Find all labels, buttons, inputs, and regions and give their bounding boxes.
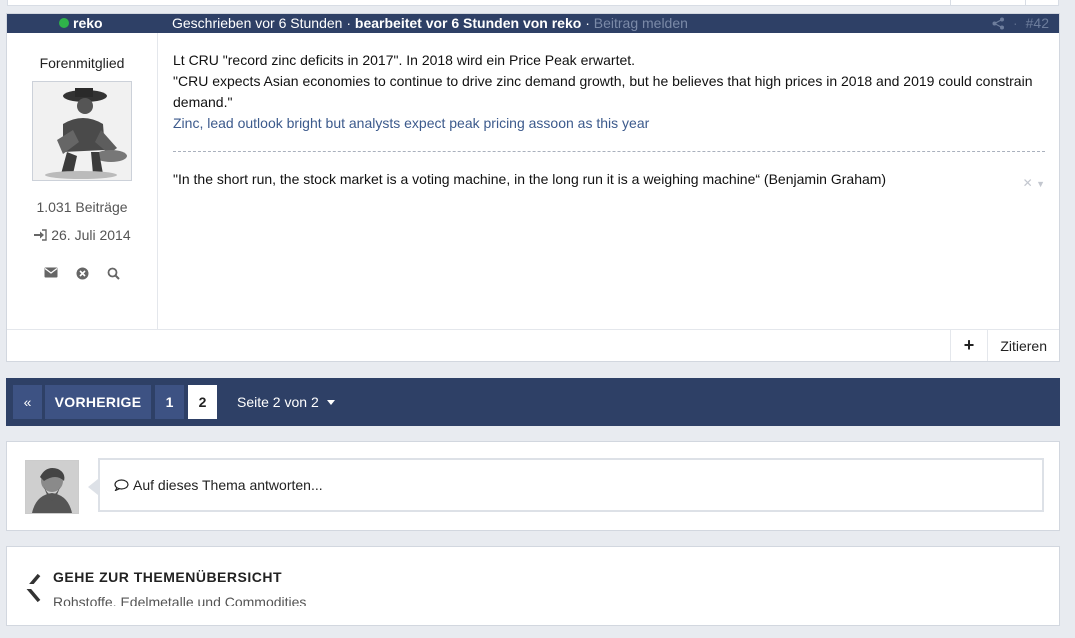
previous-post-edge [7,0,1059,6]
page-button-1[interactable]: 1 [155,385,184,419]
multiquote-button[interactable]: + [950,330,988,361]
post-edited: bearbeitet vor 6 Stunden von reko [354,15,582,31]
user-action-icons [7,267,157,280]
content-quote: "CRU expects Asian economies to continue… [173,73,1033,110]
post-number-link[interactable]: #42 [1026,15,1049,31]
user-signature: "In the short run, the stock market is a… [173,171,887,187]
article-link[interactable]: Zinc, lead outlook bright but analysts e… [173,115,649,131]
author-sidebar: Forenmitglied 1.031 Beiträge 26. Juli 20… [7,33,158,330]
page-select[interactable]: Seite 2 von 2 [237,394,335,410]
reply-pointer [88,479,98,495]
close-icon[interactable]: ✕ [1023,176,1033,190]
post-author[interactable]: reko [59,15,103,31]
forum-post: reko Geschrieben vor 6 Stunden · bearbei… [6,13,1060,362]
avatar-image [33,82,131,180]
login-icon [34,229,48,241]
post-content: Lt CRU "record zinc deficits in 2017". I… [173,50,1043,134]
comment-icon [114,479,129,491]
caret-down-icon [326,399,335,405]
caret-down-icon[interactable]: ▼ [1036,179,1045,189]
user-joined: 26. Juli 2014 [7,227,157,243]
block-icon[interactable] [76,267,89,280]
current-user-avatar [25,460,79,514]
post-footer: + Zitieren [7,329,1059,361]
post-meta: Geschrieben vor 6 Stunden · bearbeitet v… [172,15,688,31]
reply-placeholder: Auf dieses Thema antworten... [133,477,323,493]
post-actions: · #42 [992,15,1049,31]
user-rank: Forenmitglied [39,55,125,71]
search-icon[interactable] [107,267,120,280]
content-line: Lt CRU "record zinc deficits in 2017". I… [173,52,636,68]
share-icon[interactable] [992,17,1005,30]
reply-input[interactable]: Auf dieses Thema antworten... [98,458,1044,512]
page-button-2[interactable]: 2 [188,385,217,419]
user-post-count[interactable]: 1.031 Beiträge [7,199,157,215]
prev-page-button[interactable]: VORHERIGE [45,385,151,419]
post-header: reko Geschrieben vor 6 Stunden · bearbei… [7,14,1059,33]
signature-divider [173,151,1045,152]
post-written: Geschrieben vor 6 Stunden [172,15,343,31]
quick-reply: Auf dieses Thema antworten... [6,441,1060,531]
report-post-link[interactable]: Beitrag melden [594,15,688,31]
signature-tools[interactable]: ✕ ▼ [1023,176,1045,190]
joined-date: 26. Juli 2014 [51,227,131,243]
author-name[interactable]: reko [73,15,103,31]
prev-page-icon-button[interactable]: « [13,385,42,419]
avatar[interactable] [32,81,132,181]
overview-title[interactable]: GEHE ZUR THEMENÜBERSICHT [53,569,282,585]
pagination: « VORHERIGE 1 2 Seite 2 von 2 [6,378,1060,426]
thread-overview-link[interactable]: GEHE ZUR THEMENÜBERSICHT Rohstoffe, Edel… [6,546,1060,626]
online-status-icon [59,18,69,28]
envelope-icon[interactable] [44,267,58,278]
quote-button[interactable]: Zitieren [1000,338,1047,354]
page-info: Seite 2 von 2 [237,394,319,410]
